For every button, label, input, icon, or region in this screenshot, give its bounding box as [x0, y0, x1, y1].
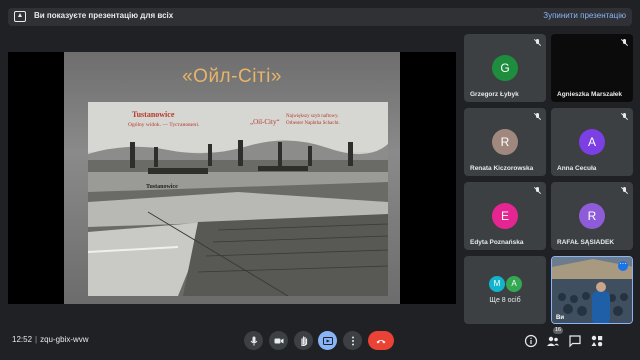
participant-tile[interactable]: E Edyta Poznańska [464, 182, 546, 250]
present-button[interactable] [318, 331, 337, 350]
self-view-tile[interactable]: ⋯ Ви [551, 256, 633, 324]
avatar: R [579, 203, 605, 229]
raise-hand-icon [300, 335, 307, 346]
activities-icon[interactable] [590, 334, 604, 348]
mic-off-icon [621, 113, 627, 121]
presenting-banner: Ви показуєте презентацію для всіх Зупини… [8, 8, 632, 26]
avatar: E [492, 203, 518, 229]
people-icon[interactable] [546, 334, 560, 348]
bottom-toolbar: 12:52 | zqu-gbix-wvw 16 [0, 322, 640, 360]
participant-tile[interactable]: R Renata Kiczorowska [464, 108, 546, 176]
more-options-button[interactable] [343, 331, 362, 350]
slide-photo: Tustanowice Ogólny widok. — Тустановичі.… [88, 102, 388, 296]
slide-title: «Ойл-Сіті» [182, 66, 282, 87]
participant-name: Anna Cecuła [557, 165, 597, 172]
self-name: Ви [556, 315, 565, 321]
avatar: R [492, 129, 518, 155]
hangup-icon [376, 339, 386, 343]
camera-icon [274, 338, 283, 343]
photo-caption-title: Tustanowice [132, 110, 175, 119]
photo-caption-sub: Ogólny widok. — Тустановичі. [128, 122, 200, 128]
presenting-message: Ви показуєте презентацію для всіх [34, 11, 174, 20]
clock-time: 12:52 [12, 335, 33, 344]
more-dots-icon[interactable]: ⋯ [618, 261, 628, 271]
info-icon[interactable] [524, 334, 538, 348]
more-vert-icon [351, 336, 354, 345]
meeting-info: 12:52 | zqu-gbix-wvw [12, 335, 89, 344]
participant-name: RAFAŁ SĄSIADEK [557, 239, 615, 246]
meeting-code: zqu-gbix-wvw [40, 335, 89, 344]
mic-icon [250, 336, 257, 345]
more-participants-label: Ще 8 осіб [489, 297, 521, 304]
mic-off-icon [534, 39, 540, 47]
more-participants-tile[interactable]: M A Ще 8 осіб [464, 256, 546, 324]
participant-tile[interactable]: A Anna Cecuła [551, 108, 633, 176]
mic-off-icon [534, 187, 540, 195]
participant-tile[interactable]: Agnieszka Marszałek [551, 34, 633, 102]
slide: «Ойл-Сіті» Tustanowice Ogólny widok. — Т… [64, 52, 400, 304]
mic-off-icon [534, 113, 540, 121]
camera-button[interactable] [269, 331, 288, 350]
mic-off-icon [621, 187, 627, 195]
oil-field-photo [88, 102, 388, 296]
present-icon [322, 336, 333, 345]
present-screen-icon [14, 11, 26, 22]
people-count-badge: 16 [553, 327, 564, 334]
avatar: A [579, 129, 605, 155]
photo-caption-mid: „Oil-City“ [250, 118, 280, 126]
participant-name: Renata Kiczorowska [470, 165, 534, 172]
chat-icon[interactable] [568, 334, 582, 348]
presentation-stage: «Ойл-Сіті» Tustanowice Ogólny widok. — Т… [8, 52, 456, 304]
avatar: M [489, 276, 505, 292]
avatar: G [492, 55, 518, 81]
separator: | [35, 335, 38, 344]
mic-off-icon [621, 39, 627, 47]
stop-presenting-button[interactable]: Зупинити презентацію [543, 11, 626, 20]
participant-name: Agnieszka Marszałek [557, 91, 623, 98]
participant-tile[interactable]: R RAFAŁ SĄSIADEK [551, 182, 633, 250]
avatar: A [506, 276, 522, 292]
leave-call-button[interactable] [368, 331, 394, 350]
mic-button[interactable] [244, 331, 263, 350]
participant-name: Edyta Poznańska [470, 239, 524, 246]
photo-caption-right-2: Orbester Naphtha Schacht. [286, 121, 340, 126]
raise-hand-button[interactable] [294, 331, 313, 350]
participant-tile[interactable]: G Grzegorz Łybyk [464, 34, 546, 102]
photo-inline-label: Tustanowice [146, 184, 178, 190]
photo-caption-right-1: Największy szyb naftowy. [286, 114, 339, 119]
participant-name: Grzegorz Łybyk [470, 91, 519, 98]
